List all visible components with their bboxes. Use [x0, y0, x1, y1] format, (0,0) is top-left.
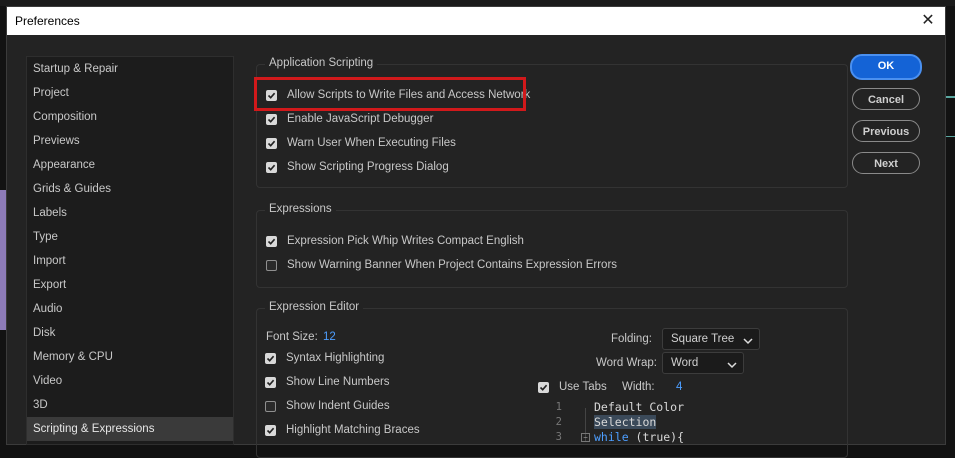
checkbox-label: Show Line Numbers [286, 376, 390, 388]
checkbox[interactable] [265, 376, 276, 388]
checkbox-label: Warn User When Executing Files [287, 137, 456, 149]
checkbox[interactable] [266, 259, 277, 271]
chevron-down-icon [727, 357, 737, 377]
checkbox[interactable] [266, 235, 277, 247]
panel-title-application-scripting: Application Scripting [265, 57, 378, 69]
code-line: while (true){ [594, 430, 684, 444]
word-wrap-select[interactable]: Word [662, 352, 744, 374]
expressions-panel: Expressions Expression Pick Whip Writes … [256, 203, 848, 288]
code-line: Default Color [594, 400, 685, 414]
checkbox-option[interactable]: Enable JavaScript Debugger [266, 110, 433, 128]
sidebar-item[interactable]: Type [27, 225, 233, 249]
checkbox-option[interactable]: Show Scripting Progress Dialog [266, 158, 449, 176]
folding-label: Folding: [611, 333, 652, 345]
checkbox-option[interactable]: Expression Pick Whip Writes Compact Engl… [266, 232, 524, 250]
checkbox-label: Show Indent Guides [286, 400, 390, 412]
checkbox-option[interactable]: Syntax Highlighting [265, 349, 384, 367]
use-tabs-checkbox[interactable] [538, 381, 549, 393]
sidebar-item[interactable]: Composition [27, 105, 233, 129]
fold-minus-icon[interactable]: − [581, 433, 590, 442]
checkbox-label: Expression Pick Whip Writes Compact Engl… [287, 235, 524, 247]
checkbox-label: Syntax Highlighting [286, 352, 385, 364]
checkbox-label: Show Warning Banner When Project Contain… [287, 259, 618, 271]
line-number: 3 [555, 431, 562, 443]
chevron-down-icon [743, 333, 753, 353]
editor-preview: 1 Default Color 2 Selection 3 − while (t… [538, 398, 758, 445]
checkbox-option[interactable]: Show Indent Guides [265, 397, 390, 415]
panel-title-expressions: Expressions [265, 203, 336, 215]
checkbox[interactable] [265, 352, 276, 364]
checkbox[interactable] [266, 113, 277, 125]
preferences-sidebar: Startup & Repair Project Composition Previe… [26, 56, 234, 445]
next-button[interactable]: Next [852, 152, 920, 174]
sidebar-item[interactable]: Disk [27, 321, 233, 345]
previous-button[interactable]: Previous [852, 120, 920, 142]
checkbox-label: Show Scripting Progress Dialog [287, 161, 449, 173]
sidebar-item[interactable]: Video [27, 369, 233, 393]
use-tabs-option[interactable]: Use Tabs [538, 378, 607, 396]
sidebar-item[interactable]: Scripting & Expressions [27, 417, 233, 441]
checkbox[interactable] [265, 400, 276, 412]
font-size-label: Font Size: [266, 331, 318, 343]
checkbox-option[interactable]: Highlight Matching Braces [265, 421, 420, 439]
sidebar-item[interactable]: Memory & CPU [27, 345, 233, 369]
sidebar-item[interactable]: Project [27, 81, 233, 105]
code-line-selected: Selection [594, 415, 657, 429]
sidebar-item[interactable]: Startup & Repair [27, 57, 233, 81]
checkbox[interactable] [266, 137, 277, 149]
sidebar-item[interactable]: Audio [27, 297, 233, 321]
title-bar: Preferences ✕ [7, 7, 945, 35]
folding-value: Square Tree [671, 333, 735, 345]
code-rest: (true){ [628, 430, 685, 444]
code-keyword: while [594, 430, 629, 444]
checkbox-label: Highlight Matching Braces [286, 424, 420, 436]
sidebar-item[interactable]: 3D [27, 393, 233, 417]
sidebar-item[interactable]: Grids & Guides [27, 177, 233, 201]
font-size-value[interactable]: 12 [323, 331, 336, 343]
sidebar-item[interactable]: Import [27, 249, 233, 273]
folding-select[interactable]: Square Tree [662, 328, 760, 350]
line-number: 1 [555, 401, 562, 413]
sidebar-item[interactable]: Labels [27, 201, 233, 225]
sidebar-item[interactable]: Appearance [27, 153, 233, 177]
dialog-title: Preferences [15, 14, 80, 28]
checkbox-label: Enable JavaScript Debugger [287, 113, 434, 125]
checkbox-option[interactable]: Show Line Numbers [265, 373, 390, 391]
app-right-accent-2 [946, 136, 955, 137]
word-wrap-value: Word [671, 357, 699, 369]
cancel-button[interactable]: Cancel [852, 88, 920, 110]
sidebar-item[interactable]: Previews [27, 129, 233, 153]
app-right-accent [946, 96, 955, 98]
annotation-highlight-box [254, 77, 526, 111]
sidebar-item[interactable]: Export [27, 273, 233, 297]
width-value[interactable]: 4 [676, 381, 682, 393]
use-tabs-label: Use Tabs [559, 381, 607, 393]
line-number: 2 [555, 416, 562, 428]
checkbox[interactable] [265, 424, 276, 436]
checkbox[interactable] [266, 161, 277, 173]
close-icon[interactable]: ✕ [917, 10, 939, 32]
ok-button[interactable]: OK [850, 54, 922, 80]
checkbox-option[interactable]: Show Warning Banner When Project Contain… [266, 256, 617, 274]
panel-title-expression-editor: Expression Editor [265, 301, 364, 313]
width-label: Width: [622, 381, 655, 393]
word-wrap-label: Word Wrap: [596, 357, 657, 369]
checkbox-option[interactable]: Warn User When Executing Files [266, 134, 456, 152]
